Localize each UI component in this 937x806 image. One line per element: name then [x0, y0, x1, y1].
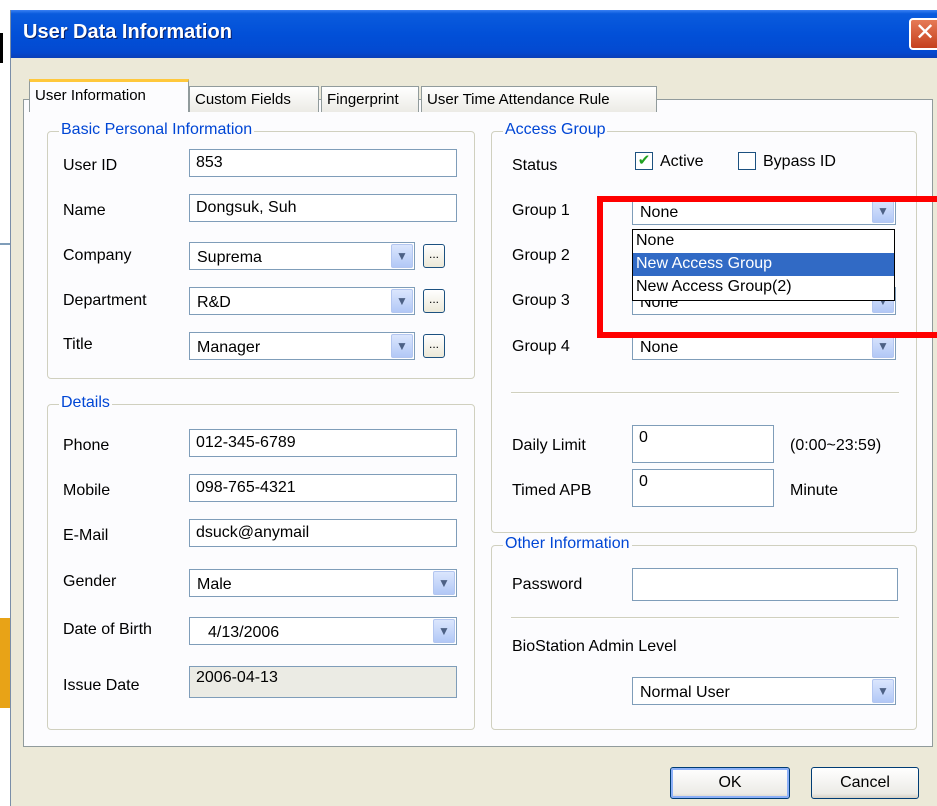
access-separator [511, 392, 899, 394]
date-of-birth-label: Date of Birth [63, 621, 152, 638]
daily-limit-label: Daily Limit [512, 437, 586, 454]
admin-level-value: Normal User [640, 684, 730, 701]
active-checkbox[interactable]: ✔ [635, 152, 653, 170]
window-title: User Data Information [23, 21, 232, 43]
company-select[interactable]: Suprema ▼ [189, 242, 415, 270]
status-label: Status [512, 157, 558, 174]
title-select[interactable]: Manager ▼ [189, 332, 415, 360]
admin-level-label: BioStation Admin Level [512, 638, 677, 655]
title-value: Manager [197, 339, 261, 356]
department-browse-button[interactable]: ... [423, 289, 445, 313]
title-bar[interactable]: User Data Information ✕ [11, 10, 937, 58]
gender-select[interactable]: Male ▼ [189, 569, 457, 597]
issue-date-label: Issue Date [63, 677, 140, 694]
tab-custom-fields[interactable]: Custom Fields [189, 86, 319, 112]
background-fragment [0, 33, 3, 63]
gender-value: Male [197, 576, 232, 593]
password-label: Password [512, 576, 583, 593]
issue-date-field: 2006-04-13 [189, 666, 457, 698]
company-value: Suprema [197, 249, 262, 266]
name-label: Name [63, 202, 106, 219]
phone-label: Phone [63, 437, 110, 454]
close-button[interactable]: ✕ [909, 18, 937, 50]
user-id-field[interactable]: 853 [189, 149, 457, 177]
background-fragment [0, 243, 10, 245]
group4-label: Group 4 [512, 338, 570, 355]
date-of-birth-picker[interactable]: 4/13/2006 ▼ [189, 617, 457, 645]
daily-limit-field[interactable]: 0 [632, 425, 774, 463]
timed-apb-unit: Minute [790, 482, 839, 499]
title-label: Title [63, 336, 93, 353]
date-of-birth-value: 4/13/2006 [208, 624, 280, 641]
background-fragment [0, 618, 10, 708]
department-select[interactable]: R&D ▼ [189, 287, 415, 315]
ok-button[interactable]: OK [670, 767, 790, 799]
bypass-id-checkbox[interactable] [738, 152, 756, 170]
other-info-legend: Other Information [503, 535, 632, 553]
department-label: Department [63, 292, 147, 309]
phone-field[interactable]: 012-345-6789 [189, 429, 457, 457]
department-value: R&D [197, 294, 231, 311]
annotation-highlight-box [597, 196, 937, 338]
active-label: Active [660, 153, 704, 170]
title-browse-button[interactable]: ... [423, 334, 445, 358]
chevron-down-icon[interactable]: ▼ [433, 571, 455, 595]
company-label: Company [63, 247, 132, 264]
name-field[interactable]: Dongsuk, Suh [189, 194, 457, 222]
mobile-label: Mobile [63, 482, 111, 499]
group2-label: Group 2 [512, 247, 570, 264]
calendar-dropdown-icon[interactable]: ▼ [433, 619, 455, 643]
timed-apb-label: Timed APB [512, 482, 592, 499]
email-field[interactable]: dsuck@anymail [189, 519, 457, 547]
admin-level-select[interactable]: Normal User ▼ [632, 677, 896, 705]
mobile-field[interactable]: 098-765-4321 [189, 474, 457, 502]
tab-user-information[interactable]: User Information [29, 79, 189, 112]
checkmark-icon: ✔ [637, 152, 651, 169]
password-field[interactable] [632, 568, 898, 601]
chevron-down-icon[interactable]: ▼ [872, 679, 894, 703]
email-label: E-Mail [63, 527, 109, 544]
close-icon: ✕ [914, 19, 936, 46]
basic-info-legend: Basic Personal Information [59, 121, 255, 139]
group1-label: Group 1 [512, 202, 570, 219]
gender-label: Gender [63, 573, 117, 590]
group4-value: None [640, 339, 679, 356]
timed-apb-field[interactable]: 0 [632, 469, 774, 507]
cancel-button[interactable]: Cancel [811, 767, 919, 799]
daily-limit-hint: (0:00~23:59) [790, 437, 882, 454]
chevron-down-icon[interactable]: ▼ [391, 289, 413, 313]
bypass-id-label: Bypass ID [763, 153, 836, 170]
access-group-legend: Access Group [503, 121, 608, 139]
details-legend: Details [59, 394, 112, 412]
tab-user-time-attendance-rule[interactable]: User Time Attendance Rule [421, 86, 657, 112]
tab-fingerprint[interactable]: Fingerprint [321, 86, 419, 112]
group3-label: Group 3 [512, 292, 570, 309]
chevron-down-icon[interactable]: ▼ [391, 334, 413, 358]
chevron-down-icon[interactable]: ▼ [391, 244, 413, 268]
company-browse-button[interactable]: ... [423, 244, 445, 268]
user-id-label: User ID [63, 157, 118, 174]
dialog-window: User Data Information ✕ User Information… [10, 10, 937, 806]
other-separator [511, 617, 899, 619]
